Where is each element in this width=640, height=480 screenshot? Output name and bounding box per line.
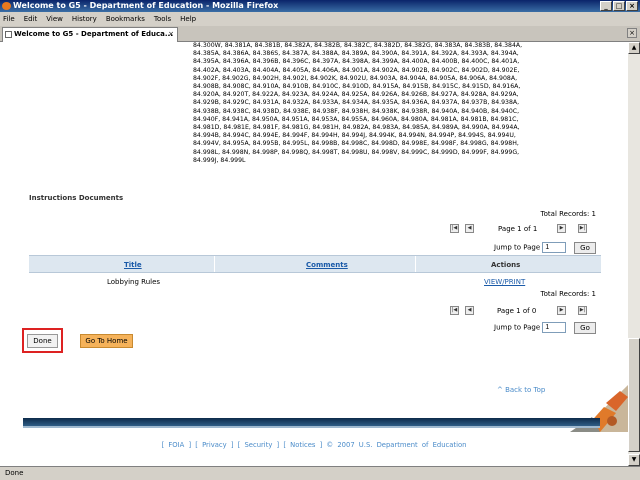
back-to-top-link[interactable]: ^ Back to Top [497,386,545,394]
window-title-bar: Welcome to G5 - Department of Education … [0,0,640,12]
last-page-icon[interactable]: ▶| [578,224,587,233]
scroll-down-icon[interactable]: ▼ [628,454,640,466]
window-controls: _ □ × [600,1,638,11]
maximize-button[interactable]: □ [613,1,625,11]
tab-label: Welcome to G5 - Department of Educa... [14,30,173,38]
cfda-code-line: 84.938B, 84.938C, 84.938D, 84.938E, 84.9… [193,107,520,115]
jump-to-page-top: Jump to Page [494,242,567,253]
menu-view[interactable]: View [46,15,63,23]
go-button[interactable]: Go [574,242,596,254]
column-divider [214,256,215,272]
jump-to-page-bottom: Jump to Page [494,322,567,333]
first-page-icon[interactable]: |◀ [450,306,459,315]
page-content: 84.300W, 84.381A, 84.381B, 84.382A, 84.3… [0,42,628,466]
go-button[interactable]: Go [574,322,596,334]
cfda-code-line: 84.994V, 84.995A, 84.995B, 84.995L, 84.9… [193,140,519,148]
jump-label: Jump to Page [494,323,541,332]
menu-bar: File Edit View History Bookmarks Tools H… [0,12,640,26]
jump-label: Jump to Page [494,243,541,252]
menu-edit[interactable]: Edit [24,15,38,23]
tab-close-icon[interactable]: × [168,28,174,41]
scroll-up-icon[interactable]: ▲ [628,42,640,54]
tab-strip: Welcome to G5 - Department of Educa... × [0,26,640,42]
firefox-logo-icon [2,2,11,10]
menu-tools[interactable]: Tools [154,15,171,23]
cfda-code-line: 84.929B, 84.929C, 84.931A, 84.932A, 84.9… [193,99,520,107]
cfda-code-line: 84.300W, 84.381A, 84.381B, 84.382A, 84.3… [193,42,523,49]
done-button[interactable]: Done [27,334,58,348]
cfda-code-list: 84.300W, 84.381A, 84.381B, 84.382A, 84.3… [193,42,613,165]
total-records-bottom: Total Records: 1 [540,290,596,298]
first-page-icon[interactable]: |◀ [450,224,459,233]
document-title: Lobbying Rules [107,278,161,286]
cfda-code-line: 84.940F, 84.941A, 84.950A, 84.951A, 84.9… [193,115,519,123]
cfda-code-line: 84.994B, 84.994C, 84.994E, 84.994F, 84.9… [193,132,516,140]
page-indicator-top: Page 1 of 1 [498,225,538,233]
cfda-code-line: 84.902F, 84.902G, 84.902H, 84.902I, 84.9… [193,74,518,82]
last-page-icon[interactable]: ▶| [578,306,587,315]
close-tab-button[interactable]: × [627,28,637,38]
cfda-code-line: 84.908B, 84.908C, 84.910A, 84.910B, 84.9… [193,83,521,91]
footer-bar [23,418,600,426]
table-row: Lobbying Rules VIEW/PRINT [29,275,601,289]
minimize-button[interactable]: _ [600,1,612,11]
cfda-code-line: 84.402A, 84.403A, 84.404A, 84.405A, 84.4… [193,66,520,74]
footer-links[interactable]: [ FOIA ] [ Privacy ] [ Security ] [ Noti… [0,441,628,449]
jump-page-input[interactable] [542,322,567,333]
column-title[interactable]: Title [124,261,142,269]
status-text: Done [5,469,24,477]
prev-page-icon[interactable]: ◀ [465,224,474,233]
prev-page-icon[interactable]: ◀ [465,306,474,315]
column-divider [415,256,416,272]
cfda-code-line: 84.395A, 84.396A, 84.396B, 84.396C, 84.3… [193,58,520,66]
next-page-icon[interactable]: ▶ [557,224,566,233]
column-comments[interactable]: Comments [306,261,348,269]
cfda-code-line: 84.998L, 84.998N, 84.998P, 84.998Q, 84.9… [193,148,520,156]
cfda-code-line: 84.385A, 84.386A, 84.386S, 84.387A, 84.3… [193,50,519,58]
cfda-code-line: 84.999J, 84.999L [193,156,246,164]
vertical-scrollbar[interactable]: ▲ ▼ [628,42,640,466]
cfda-code-line: 84.981D, 84.981E, 84.981F, 84.981G, 84.9… [193,124,520,132]
window-title: Welcome to G5 - Department of Education … [13,1,279,10]
next-page-icon[interactable]: ▶ [557,306,566,315]
tab-g5[interactable]: Welcome to G5 - Department of Educa... × [2,27,178,42]
cfda-code-line: 84.920A, 84.920T, 84.922A, 84.923A, 84.9… [193,91,519,99]
menu-history[interactable]: History [72,15,97,23]
menu-bookmarks[interactable]: Bookmarks [106,15,145,23]
close-window-button[interactable]: × [626,1,638,11]
footer-stripe [23,426,600,428]
page-indicator-bottom: Page 1 of 0 [497,307,537,315]
status-bar: Done [0,466,640,480]
jump-page-input[interactable] [542,242,567,253]
go-to-home-button[interactable]: Go To Home [80,334,133,348]
scroll-thumb[interactable] [628,338,640,452]
total-records-top: Total Records: 1 [540,210,596,218]
view-print-link[interactable]: VIEW/PRINT [484,278,525,286]
column-actions: Actions [491,261,521,269]
documents-table-header: Title Comments Actions [29,255,601,273]
menu-help[interactable]: Help [180,15,196,23]
page-favicon-icon [5,31,12,38]
menu-file[interactable]: File [3,15,15,23]
instructions-documents-heading: Instructions Documents [29,194,124,202]
